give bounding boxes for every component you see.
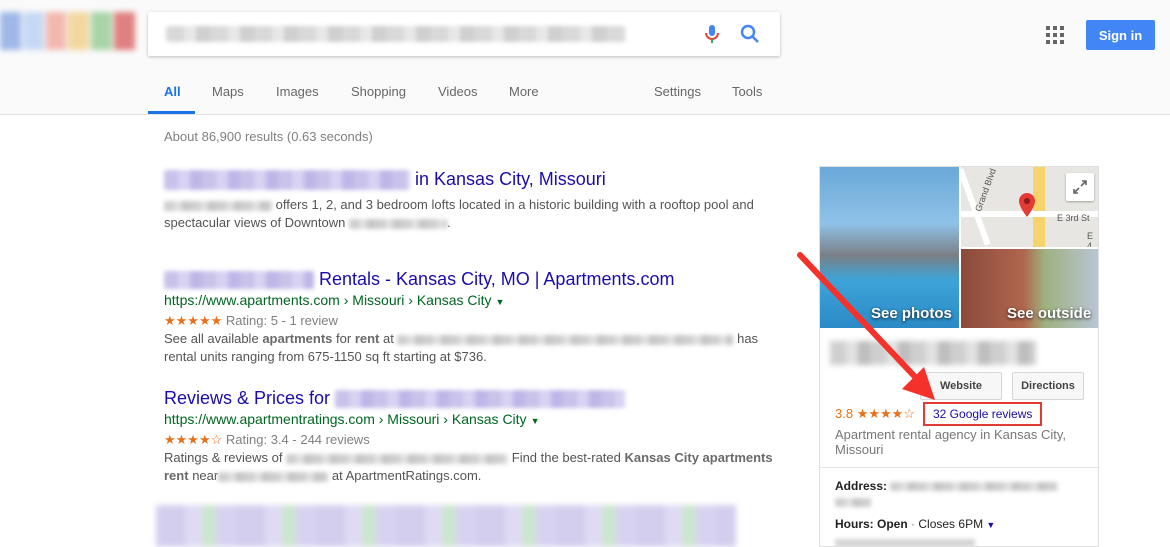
tab-maps[interactable]: Maps — [212, 84, 244, 99]
redacted-text — [164, 271, 314, 290]
result-snippet: offers 1, 2, and 3 bedroom lofts located… — [164, 196, 784, 232]
search-result: in Kansas City, Missouri offers 1, 2, an… — [164, 168, 784, 232]
tab-all[interactable]: All — [164, 84, 181, 99]
snippet-text: Find the best-rated — [511, 450, 621, 465]
rating-stars: ★★★★★ — [164, 313, 223, 328]
search-icon[interactable] — [738, 22, 762, 46]
google-logo[interactable] — [0, 12, 135, 50]
search-tabs: All Maps Images Shopping Videos More Set… — [0, 78, 1170, 115]
snippet-text: has — [737, 331, 759, 346]
redacted-text — [218, 471, 329, 482]
map-label: E 4 — [1087, 231, 1094, 247]
search-input[interactable] — [148, 12, 780, 56]
map-label: Grand Blvd — [973, 167, 998, 213]
snippet-text: rental units ranging from 675-1150 sq ft… — [164, 349, 487, 364]
see-outside-label: See outside — [1007, 305, 1092, 322]
result-title-text: in Kansas City, Missouri — [415, 169, 606, 189]
tab-images[interactable]: Images — [276, 84, 319, 99]
redacted-text — [348, 218, 447, 229]
snippet-text: for — [336, 331, 352, 346]
top-bar: Sign in All Maps Images Shopping Videos … — [0, 0, 1170, 115]
hours-status: Open — [877, 517, 908, 531]
snippet-bold: rent — [164, 468, 189, 483]
divider — [820, 467, 1098, 468]
result-stats: About 86,900 results (0.63 seconds) — [164, 129, 373, 144]
url-text: https://www.apartments.com › Missouri › … — [164, 292, 492, 308]
result-title-text: Rentals - Kansas City, MO | Apartments.c… — [319, 269, 675, 289]
redacted-text — [164, 200, 272, 211]
rating-text: Rating: 5 - 1 review — [225, 313, 338, 328]
map-pin-icon — [1019, 193, 1035, 217]
result-url[interactable]: https://www.apartments.com › Missouri › … — [164, 291, 784, 312]
tab-more[interactable]: More — [509, 84, 539, 99]
snippet-text: See all available — [164, 331, 259, 346]
rating-text: Rating: 3.4 - 244 reviews — [225, 432, 370, 447]
snippet-text: near — [192, 468, 219, 483]
microphone-icon[interactable] — [700, 22, 724, 46]
tab-videos[interactable]: Videos — [438, 84, 478, 99]
chevron-down-icon[interactable]: ▼ — [531, 416, 540, 426]
result-title-link[interactable]: Reviews & Prices for — [164, 387, 784, 409]
snippet-text: spectacular views of Downtown — [164, 215, 346, 231]
place-category: Apartment rental agency in Kansas City, … — [835, 427, 1066, 457]
snippet-text: at ApartmentRatings.com. — [331, 468, 482, 483]
snippet-text: at — [383, 331, 394, 346]
snippet-text: . — [446, 215, 451, 231]
search-result: Reviews & Prices for https://www.apartme… — [164, 387, 784, 485]
street-view-thumbnail[interactable]: See outside — [961, 249, 1098, 328]
snippet-bold: Kansas City apartments — [624, 450, 773, 465]
result-rating: ★★★★☆ Rating: 3.4 - 244 reviews — [164, 431, 784, 449]
snippet-text: Ratings & reviews of — [164, 450, 283, 465]
snippet-bold: rent — [354, 331, 380, 346]
tab-settings[interactable]: Settings — [654, 84, 701, 99]
result-rating: ★★★★★ Rating: 5 - 1 review — [164, 312, 784, 330]
tab-shopping[interactable]: Shopping — [351, 84, 406, 99]
place-address: Address: — [835, 478, 1090, 510]
redacted-text — [835, 498, 871, 508]
result-snippet: See all available apartments for rent at… — [164, 330, 784, 366]
redacted-result — [156, 505, 736, 547]
tab-tools[interactable]: Tools — [732, 84, 762, 99]
chevron-down-icon[interactable]: ▼ — [496, 297, 505, 307]
result-snippet: Ratings & reviews of Find the best-rated… — [164, 449, 784, 485]
map-thumbnail[interactable]: Grand Blvd E 3rd St E 4 — [961, 167, 1098, 247]
expand-icon[interactable] — [1066, 173, 1094, 201]
result-title-text: Reviews & Prices for — [164, 388, 331, 408]
rating-stars: ★★★★☆ — [164, 432, 223, 447]
redacted-text — [890, 482, 1059, 492]
redacted-text — [335, 390, 626, 409]
apps-grid-icon[interactable] — [1046, 26, 1064, 44]
map-label: E 3rd St — [1057, 213, 1090, 223]
snippet-text: offers 1, 2, and 3 bedroom lofts located… — [275, 197, 754, 213]
directions-button[interactable]: Directions — [1012, 372, 1084, 400]
hours-close: Closes 6PM — [918, 517, 984, 531]
result-title-link[interactable]: in Kansas City, Missouri — [164, 168, 784, 191]
sign-in-button[interactable]: Sign in — [1086, 20, 1155, 50]
url-text: https://www.apartmentratings.com › Misso… — [164, 411, 527, 427]
active-tab-indicator — [148, 111, 195, 114]
redacted-text — [286, 453, 509, 464]
search-query-redacted — [166, 26, 626, 42]
chevron-down-icon[interactable]: ▼ — [986, 520, 995, 530]
place-hours[interactable]: Hours: Open · Closes 6PM ▼ — [835, 517, 995, 531]
hours-label: Hours: — [835, 517, 874, 531]
redacted-text — [397, 334, 734, 345]
redacted-text — [835, 539, 975, 546]
search-result: Rentals - Kansas City, MO | Apartments.c… — [164, 268, 784, 366]
result-title-link[interactable]: Rentals - Kansas City, MO | Apartments.c… — [164, 268, 784, 290]
annotation-arrow — [797, 252, 935, 400]
result-url[interactable]: https://www.apartmentratings.com › Misso… — [164, 410, 784, 431]
snippet-bold: apartments — [262, 331, 333, 346]
redacted-text — [164, 170, 410, 191]
address-label: Address: — [835, 479, 888, 493]
